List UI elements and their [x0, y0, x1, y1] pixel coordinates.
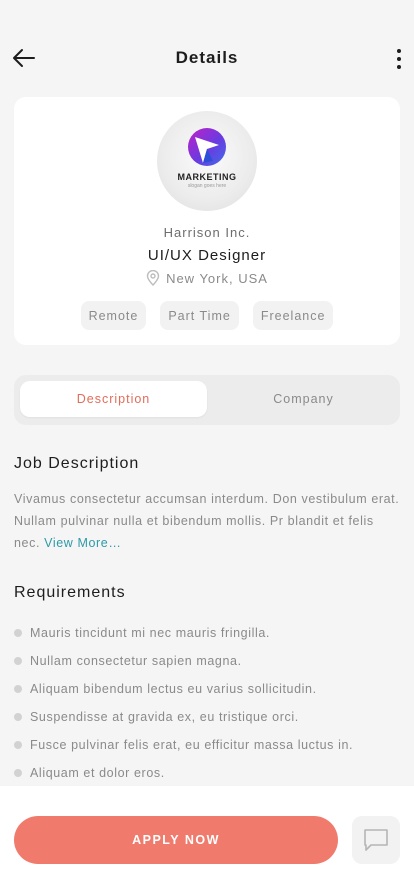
requirement-text: Aliquam bibendum lectus eu varius sollic…: [30, 682, 317, 696]
tab-company[interactable]: Company: [210, 381, 397, 417]
list-item: Suspendisse at gravida ex, eu tristique …: [14, 703, 404, 731]
tag-freelance[interactable]: Freelance: [252, 301, 334, 330]
bullet-icon: [14, 629, 22, 637]
tag-remote[interactable]: Remote: [80, 301, 147, 330]
list-item: Nullam consectetur sapien magna.: [14, 647, 404, 675]
bullet-icon: [14, 769, 22, 777]
view-more-link[interactable]: View More…: [44, 536, 121, 550]
requirements-list: Mauris tincidunt mi nec mauris fringilla…: [14, 619, 404, 787]
job-details-screen: Details MARKETING slogan goes here Harri…: [0, 0, 414, 896]
requirement-text: Fusce pulvinar felis erat, eu efficitur …: [30, 738, 354, 752]
more-options-button[interactable]: [392, 46, 406, 72]
location-text: New York, USA: [166, 270, 268, 286]
job-tags: Remote Part Time Freelance: [14, 301, 400, 330]
job-description-text: Vivamus consectetur accumsan interdum. D…: [14, 488, 402, 554]
job-description-title: Job Description: [14, 455, 140, 472]
requirement-text: Aliquam et dolor eros.: [30, 766, 165, 780]
bullet-icon: [14, 741, 22, 749]
company-name: Harrison Inc.: [163, 225, 251, 240]
logo-wordmark: MARKETING: [177, 172, 237, 182]
list-item: Aliquam bibendum lectus eu varius sollic…: [14, 675, 404, 703]
tag-part-time[interactable]: Part Time: [160, 301, 239, 330]
more-vertical-icon: [397, 49, 401, 53]
bullet-icon: [14, 713, 22, 721]
list-item: Fusce pulvinar felis erat, eu efficitur …: [14, 731, 404, 759]
header: Details: [0, 36, 414, 80]
job-title: UI/UX Designer: [147, 247, 267, 264]
bullet-icon: [14, 685, 22, 693]
location: New York, USA: [14, 270, 400, 286]
company-card: MARKETING slogan goes here Harrison Inc.…: [14, 97, 400, 345]
requirement-text: Nullam consectetur sapien magna.: [30, 654, 242, 668]
bullet-icon: [14, 657, 22, 665]
list-item: Aliquam et dolor eros.: [14, 759, 404, 787]
chat-button[interactable]: [352, 816, 400, 864]
location-pin-icon: [146, 270, 160, 286]
bottom-action-bar: APPLY NOW: [0, 786, 414, 896]
logo-slogan: slogan goes here: [187, 183, 227, 189]
chat-icon: [364, 829, 388, 851]
tab-description[interactable]: Description: [20, 381, 207, 417]
page-title: Details: [175, 48, 239, 67]
list-item: Mauris tincidunt mi nec mauris fringilla…: [14, 619, 404, 647]
marketing-logo-icon: [188, 128, 226, 166]
apply-now-button[interactable]: APPLY NOW: [14, 816, 338, 864]
requirements-title: Requirements: [14, 584, 126, 601]
detail-tabs: Description Company: [14, 375, 400, 425]
company-logo: MARKETING slogan goes here: [157, 111, 257, 211]
requirement-text: Mauris tincidunt mi nec mauris fringilla…: [30, 626, 270, 640]
requirement-text: Suspendisse at gravida ex, eu tristique …: [30, 710, 299, 724]
